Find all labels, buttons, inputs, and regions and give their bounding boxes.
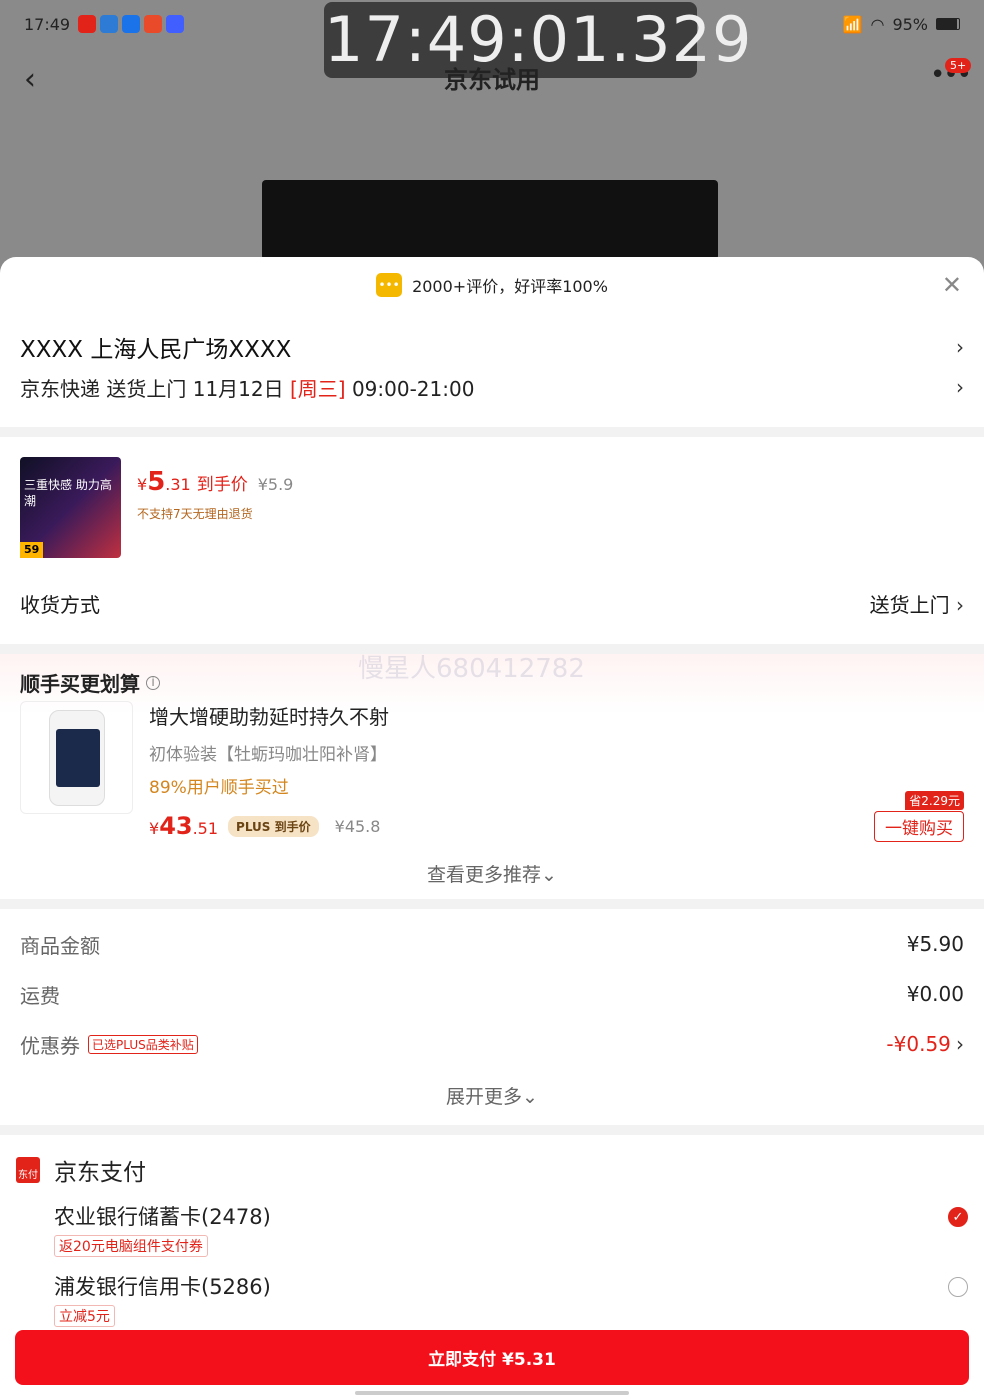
rating-text: 2000+评价，好评率100%: [412, 277, 608, 296]
sheet-header: ••• 2000+评价，好评率100% ✕: [0, 257, 984, 313]
product-thumbnail[interactable]: 三重快感 助力高潮 59: [20, 457, 121, 558]
plus-badge: PLUS 到手价: [228, 815, 319, 837]
comment-icon: •••: [376, 273, 403, 297]
upsell-price: ¥43.51 PLUS 到手价 ¥45.8: [149, 812, 381, 840]
fee-row-goods: 商品金额 ¥5.90: [20, 932, 964, 958]
upsell-percentage: 89%用户顺手买过: [149, 778, 289, 798]
app-notification-icon: [122, 15, 141, 33]
coupon-value: -¥0.59: [886, 1032, 951, 1056]
address-name: XXXX 上海人民广场XXXX: [20, 337, 292, 363]
wifi-icon: ◠: [870, 14, 885, 34]
radio-unchecked-icon[interactable]: [948, 1277, 968, 1297]
battery-icon: [936, 18, 960, 30]
close-icon[interactable]: ✕: [942, 271, 962, 299]
upsell-subtitle: 初体验装【牡蛎玛咖壮阳补肾】: [149, 745, 387, 765]
upsell-thumbnail[interactable]: [20, 701, 133, 814]
save-tag: 省2.29元: [905, 791, 964, 810]
expand-more-link[interactable]: 展开更多⌄: [0, 1069, 984, 1125]
message-badge: 5+: [945, 58, 972, 73]
coupon-tag: 已选PLUS品类补贴: [88, 1034, 198, 1054]
fees-section: 商品金额 ¥5.90 运费 ¥0.00 优惠券 已选PLUS品类补贴 -¥0.59…: [0, 909, 984, 1069]
fee-row-coupon[interactable]: 优惠券 已选PLUS品类补贴 -¥0.59 ›: [20, 1019, 964, 1069]
pay-now-button[interactable]: 立即支付 ¥5.31: [15, 1330, 969, 1385]
battery-level: 95%: [892, 14, 928, 34]
original-price: ¥5.9: [257, 475, 294, 494]
product-price: ¥5.31 到手价 ¥5.9: [137, 467, 294, 497]
app-notification-icon: [78, 15, 97, 33]
upsell-item: 增大增硬助勃延时持久不射 初体验装【牡蛎玛咖壮阳补肾】 89%用户顺手买过 ¥4…: [20, 701, 964, 851]
app-notification-icon: [100, 15, 119, 33]
app-notification-icon: [144, 15, 163, 33]
chevron-right-icon[interactable]: ›: [956, 375, 964, 399]
shipping-value: 送货上门: [869, 592, 950, 617]
status-app-icons: [78, 15, 185, 33]
payment-card-spdb[interactable]: 浦发银行信用卡(5286) 立减5元: [16, 1271, 968, 1327]
bottle-image: [48, 709, 105, 806]
upsell-title: 顺手买更划算: [20, 672, 140, 696]
product-hero-image: [262, 180, 718, 260]
return-policy-note: 不支持7天无理由退货: [137, 507, 253, 521]
home-indicator[interactable]: [355, 1391, 629, 1395]
chevron-right-icon: ›: [956, 592, 964, 617]
checkout-sheet: ••• 2000+评价，好评率100% ✕ XXXX 上海人民广场XXXX › …: [0, 257, 984, 1400]
upsell-original-price: ¥45.8: [334, 816, 381, 836]
divider: [0, 1125, 984, 1135]
product-tag: 59: [20, 542, 44, 558]
address-section[interactable]: XXXX 上海人民广场XXXX › 京东快递 送货上门 11月12日 [周三] …: [0, 313, 984, 407]
status-time: 17:49: [24, 14, 71, 34]
fee-row-shipping: 运费 ¥0.00: [20, 982, 964, 1008]
card-promo-tag: 立减5元: [54, 1305, 115, 1327]
page-title: 京东试用: [444, 66, 540, 94]
signal-icon: 📶: [842, 14, 863, 34]
jd-pay-icon: 东付: [16, 1157, 40, 1183]
shipping-label: 收货方式: [20, 592, 100, 617]
product-row: 三重快感 助力高潮 59 ¥5.31 到手价 ¥5.9 不支持7天无理由退货: [0, 437, 984, 578]
one-click-buy-button[interactable]: 一键购买: [874, 811, 964, 842]
radio-checked-icon[interactable]: ✓: [948, 1207, 968, 1227]
watermark: 慢星人680412782: [358, 654, 585, 684]
shipping-method-row[interactable]: 收货方式 送货上门 ›: [0, 578, 984, 628]
more-recommendations-link[interactable]: 查看更多推荐⌄: [20, 851, 964, 899]
payment-title: 京东支付: [54, 1160, 146, 1186]
chevron-right-icon: ›: [956, 1032, 964, 1056]
info-icon[interactable]: i: [146, 675, 160, 690]
upsell-section: 顺手买更划算 i 增大增硬助勃延时持久不射 初体验装【牡蛎玛咖壮阳补肾】 89%用…: [0, 654, 984, 899]
divider: [0, 427, 984, 437]
divider: [0, 899, 984, 909]
delivery-info: 京东快递 送货上门 11月12日 [周三] 09:00-21:00: [20, 376, 475, 401]
card-promo-tag: 返20元电脑组件支付券: [54, 1235, 208, 1257]
status-right: 📶 ◠ 95%: [843, 15, 960, 34]
payment-section: 东付 京东支付 农业银行储蓄卡(2478) 返20元电脑组件支付券 ✓ 浦发银行…: [0, 1135, 984, 1327]
chevron-right-icon[interactable]: ›: [956, 335, 964, 359]
upsell-name[interactable]: 增大增硬助勃延时持久不射: [149, 701, 389, 730]
payment-card-abc[interactable]: 农业银行储蓄卡(2478) 返20元电脑组件支付券 ✓: [16, 1201, 968, 1257]
app-notification-icon: [166, 15, 185, 33]
